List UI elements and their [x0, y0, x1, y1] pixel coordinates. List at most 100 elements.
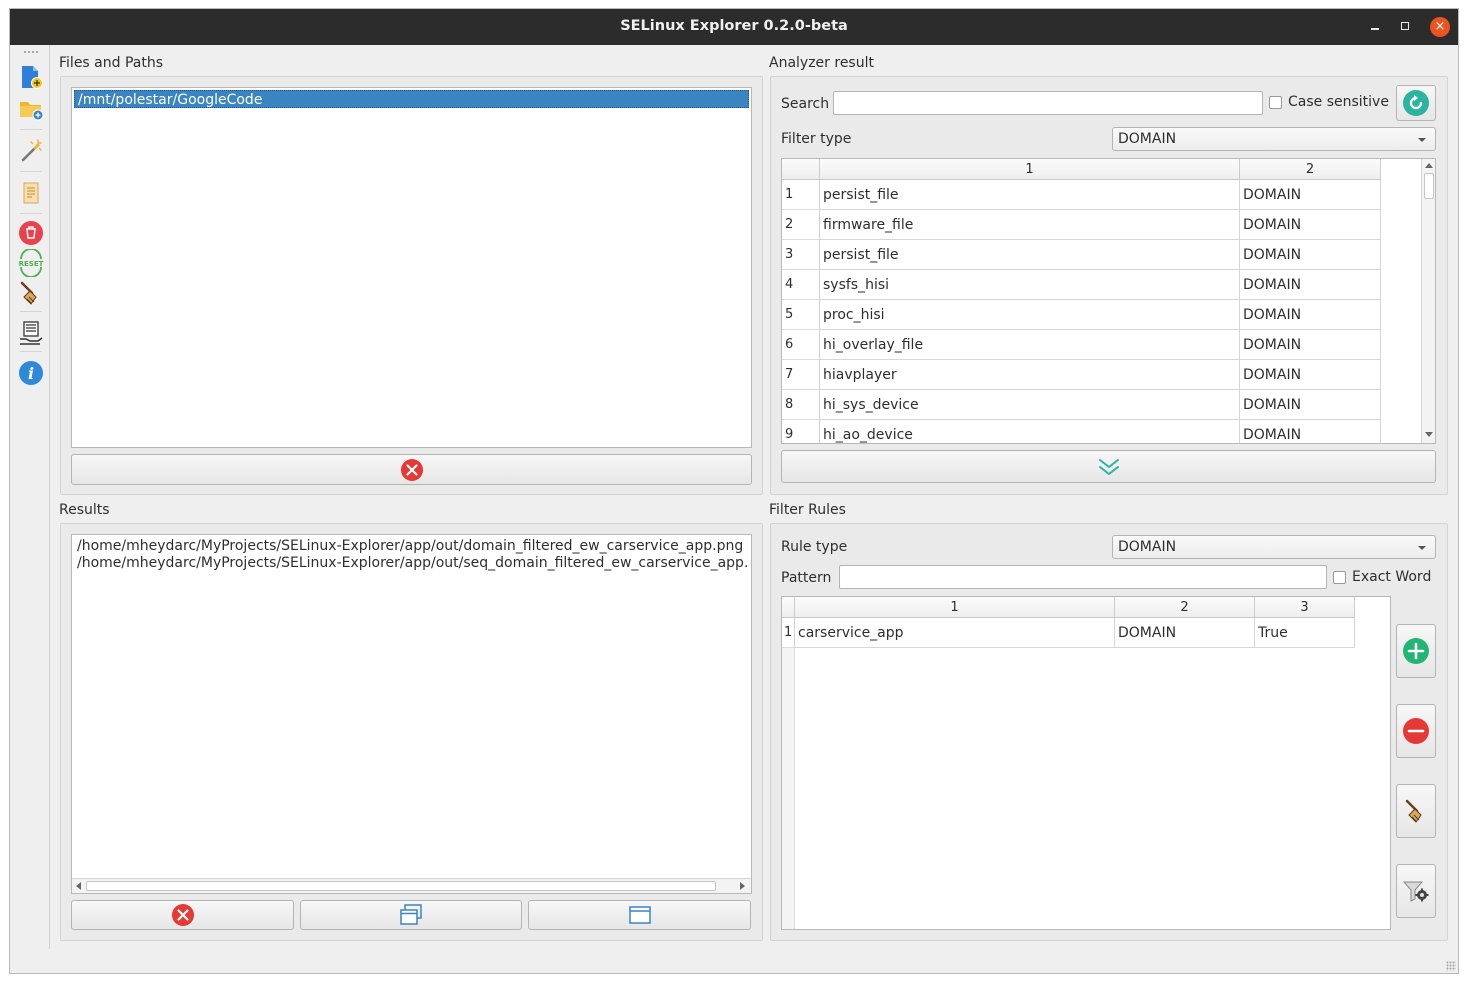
document-icon — [23, 182, 39, 204]
table-cell-name[interactable]: hi_sys_device — [820, 390, 1240, 420]
remove-path-button[interactable] — [71, 454, 752, 485]
row-number[interactable]: 4 — [782, 270, 820, 300]
table-cell-type[interactable]: DOMAIN — [1240, 420, 1381, 443]
add-folder-button[interactable] — [17, 95, 45, 123]
row-number[interactable]: 9 — [782, 420, 820, 443]
column-header[interactable]: 1 — [820, 159, 1240, 180]
analyzer-group: Search Case sensitive Filter type DOMAIN… — [770, 76, 1448, 495]
row-number[interactable]: 1 — [782, 618, 795, 648]
clear-button[interactable] — [17, 279, 45, 307]
column-header[interactable]: 3 — [1255, 597, 1355, 618]
exact-word-checkbox[interactable] — [1333, 571, 1346, 584]
close-window-button[interactable]: × — [1427, 9, 1457, 45]
about-button[interactable]: i — [17, 359, 45, 387]
remove-result-button[interactable] — [71, 900, 294, 930]
table-cell-name[interactable]: persist_file — [820, 240, 1240, 270]
column-header[interactable]: 2 — [1240, 159, 1381, 180]
row-number[interactable]: 2 — [782, 210, 820, 240]
add-rule-button[interactable] — [1396, 624, 1436, 678]
clear-rules-button[interactable] — [1396, 784, 1436, 838]
delete-button[interactable] — [17, 219, 45, 247]
case-sensitive-checkbox[interactable] — [1269, 96, 1282, 109]
server-button[interactable] — [17, 319, 45, 347]
rule-type-label: Rule type — [781, 539, 848, 555]
toolbar-separator — [20, 351, 42, 352]
analyzer-vertical-scrollbar[interactable] — [1421, 159, 1435, 443]
search-input[interactable] — [833, 91, 1263, 115]
remove-rule-button[interactable] — [1396, 704, 1436, 758]
filter-rules-label: Filter Rules — [769, 502, 846, 518]
main-window: SELinux Explorer 0.2.0-beta × RESET i Fi… — [9, 8, 1459, 974]
filter-type-value: DOMAIN — [1118, 131, 1177, 147]
list-item[interactable]: /home/mheydarc/MyProjects/SELinux-Explor… — [74, 554, 749, 572]
table-cell-type[interactable]: DOMAIN — [1240, 180, 1381, 210]
row-number[interactable]: 7 — [782, 360, 820, 390]
table-cell-type[interactable]: DOMAIN — [1240, 330, 1381, 360]
rule-type-value: DOMAIN — [1118, 539, 1177, 555]
table-cell-type[interactable]: DOMAIN — [1240, 390, 1381, 420]
scroll-up-icon[interactable] — [1425, 163, 1433, 168]
scroll-thumb[interactable] — [1424, 173, 1434, 199]
row-number[interactable]: 3 — [782, 240, 820, 270]
reset-button[interactable]: RESET — [17, 248, 45, 278]
table-cell-name[interactable]: proc_hisi — [820, 300, 1240, 330]
results-list[interactable]: /home/mheydarc/MyProjects/SELinux-Explor… — [71, 534, 752, 894]
table-cell-type[interactable]: DOMAIN — [1240, 240, 1381, 270]
add-file-button[interactable] — [17, 63, 45, 91]
open-all-results-button[interactable] — [300, 900, 522, 930]
magic-wand-icon — [21, 139, 42, 162]
column-header[interactable]: 2 — [1115, 597, 1255, 618]
files-paths-list[interactable]: /mnt/polestar/GoogleCode — [71, 87, 752, 448]
open-result-button[interactable] — [528, 900, 751, 930]
table-cell-name[interactable]: hi_overlay_file — [820, 330, 1240, 360]
broom-icon — [1405, 799, 1422, 823]
row-header-gutter — [782, 648, 795, 929]
table-cell-exact[interactable]: True — [1255, 618, 1355, 648]
table-cell-type[interactable]: DOMAIN — [1115, 618, 1255, 648]
column-header[interactable]: 1 — [795, 597, 1115, 618]
row-number[interactable]: 8 — [782, 390, 820, 420]
minus-circle-icon — [1403, 718, 1429, 744]
resize-grip[interactable] — [1446, 961, 1456, 971]
table-cell-type[interactable]: DOMAIN — [1240, 270, 1381, 300]
scroll-thumb[interactable] — [86, 881, 716, 891]
refresh-button[interactable] — [1396, 85, 1436, 121]
row-number[interactable]: 5 — [782, 300, 820, 330]
results-horizontal-scrollbar[interactable] — [72, 878, 751, 893]
maximize-button[interactable] — [1390, 9, 1420, 45]
add-file-icon — [22, 66, 43, 89]
document-button[interactable] — [17, 179, 45, 207]
info-glyph: i — [28, 364, 34, 383]
apply-filter-button[interactable] — [1396, 864, 1436, 918]
row-number[interactable]: 6 — [782, 330, 820, 360]
table-cell-type[interactable]: DOMAIN — [1240, 210, 1381, 240]
table-cell-name[interactable]: hi_ao_device — [820, 420, 1240, 443]
table-cell-name[interactable]: sysfs_hisi — [820, 270, 1240, 300]
chevron-down-icon — [1418, 138, 1426, 142]
window-title: SELinux Explorer 0.2.0-beta — [620, 18, 848, 34]
row-number[interactable]: 1 — [782, 180, 820, 210]
load-more-button[interactable] — [781, 450, 1436, 483]
table-cell-name[interactable]: firmware_file — [820, 210, 1240, 240]
table-cell-pattern[interactable]: carservice_app — [795, 618, 1115, 648]
analyze-button[interactable] — [17, 137, 45, 165]
refresh-icon — [1403, 90, 1429, 116]
rule-type-select[interactable]: DOMAIN — [1112, 535, 1436, 559]
table-cell-name[interactable]: hiavplayer — [820, 360, 1240, 390]
pattern-input[interactable] — [839, 565, 1327, 589]
scroll-down-icon[interactable] — [1425, 432, 1433, 437]
minimize-button[interactable] — [1360, 9, 1390, 45]
toolbar-grip[interactable] — [23, 50, 39, 54]
results-label: Results — [59, 502, 110, 518]
table-cell-name[interactable]: persist_file — [820, 180, 1240, 210]
files-paths-group: /mnt/polestar/GoogleCode — [60, 76, 763, 495]
filter-type-label: Filter type — [781, 131, 852, 147]
list-item[interactable]: /home/mheydarc/MyProjects/SELinux-Explor… — [74, 537, 749, 555]
filter-type-select[interactable]: DOMAIN — [1112, 127, 1436, 151]
table-cell-type[interactable]: DOMAIN — [1240, 300, 1381, 330]
list-item[interactable]: /mnt/polestar/GoogleCode — [74, 90, 749, 108]
table-cell-type[interactable]: DOMAIN — [1240, 360, 1381, 390]
scroll-right-icon[interactable] — [740, 882, 745, 890]
search-label: Search — [781, 96, 830, 112]
scroll-left-icon[interactable] — [76, 882, 81, 890]
